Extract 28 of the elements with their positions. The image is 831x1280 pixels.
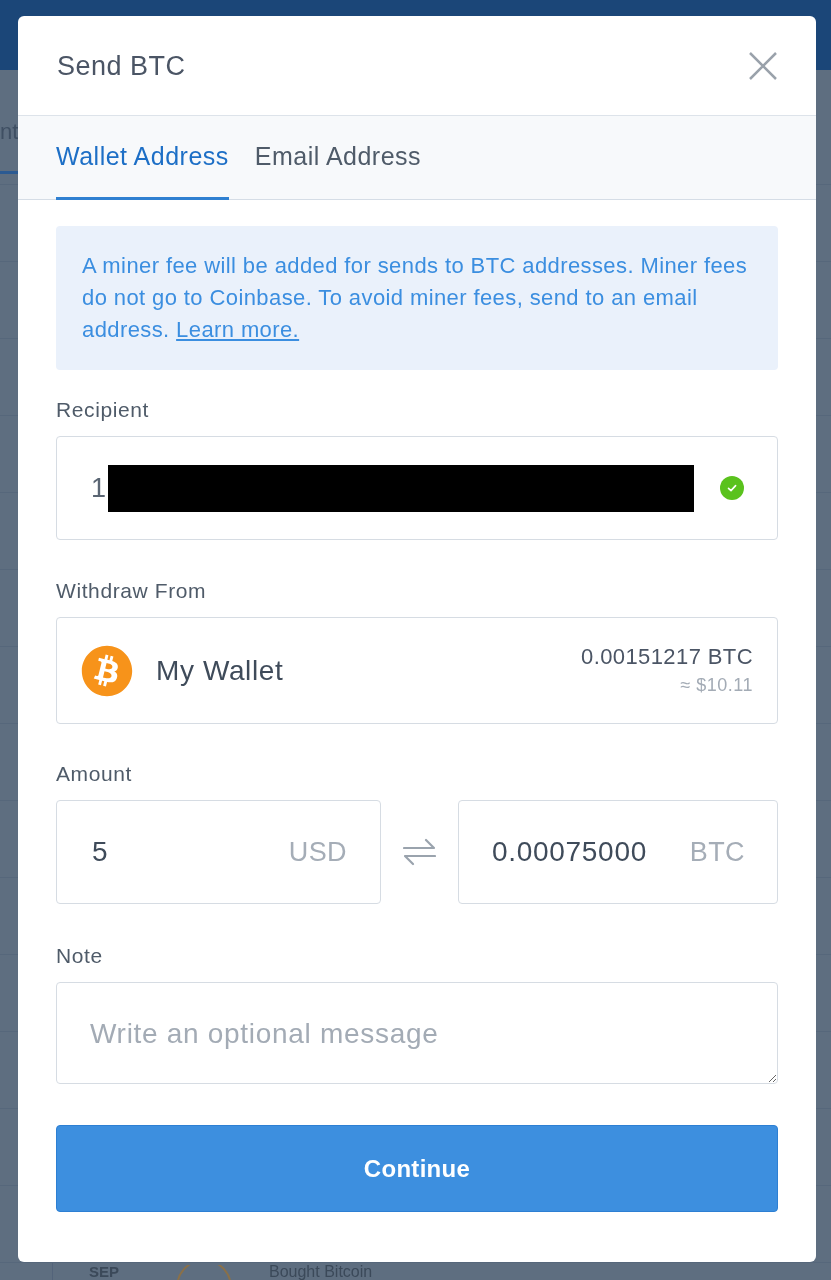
bitcoin-icon	[81, 644, 133, 697]
swap-arrows-icon	[403, 838, 436, 866]
recipient-field[interactable]: 1	[56, 436, 778, 540]
field-label: Amount	[56, 762, 133, 786]
learn-more-link[interactable]: Learn more.	[176, 317, 300, 342]
wallet-selector[interactable]: My Wallet 0.00151217 BTC ≈ $10.11	[56, 617, 778, 724]
amount-value: 0.00075000	[492, 836, 647, 868]
tab[interactable]: Email Address	[254, 116, 422, 200]
tab[interactable]: Wallet Address	[56, 116, 229, 200]
continue-button[interactable]: Continue	[56, 1125, 778, 1212]
currency-label: USD	[288, 836, 347, 868]
wallet-balance: 0.00151217 BTC	[581, 644, 753, 670]
currency-label: BTC	[689, 836, 745, 868]
fiat-amount-field[interactable]: 5 USD	[56, 800, 381, 904]
crypto-amount-field[interactable]: 0.00075000 BTC	[458, 800, 778, 904]
field-label: Withdraw From	[56, 579, 208, 603]
circle-outline-icon	[176, 1265, 232, 1280]
wallet-name: My Wallet	[156, 654, 284, 687]
address-text: 1	[91, 472, 107, 504]
close-button[interactable]	[749, 51, 777, 80]
amount-value: 5	[92, 836, 109, 868]
note-field[interactable]: Write an optional message	[56, 982, 778, 1084]
wallet-balance-fiat: ≈ $10.11	[680, 674, 753, 697]
close-icon	[749, 51, 777, 80]
dialog-title: Send BTC	[57, 49, 186, 82]
notice-text: A miner fee will be added for sends to BTC addresses. Miner fees do not go to Coinbase. To avoid miner fees, send to an email address. Learn more.	[56, 226, 778, 370]
field-label: Recipient	[56, 398, 150, 422]
field-label: Note	[56, 944, 104, 968]
